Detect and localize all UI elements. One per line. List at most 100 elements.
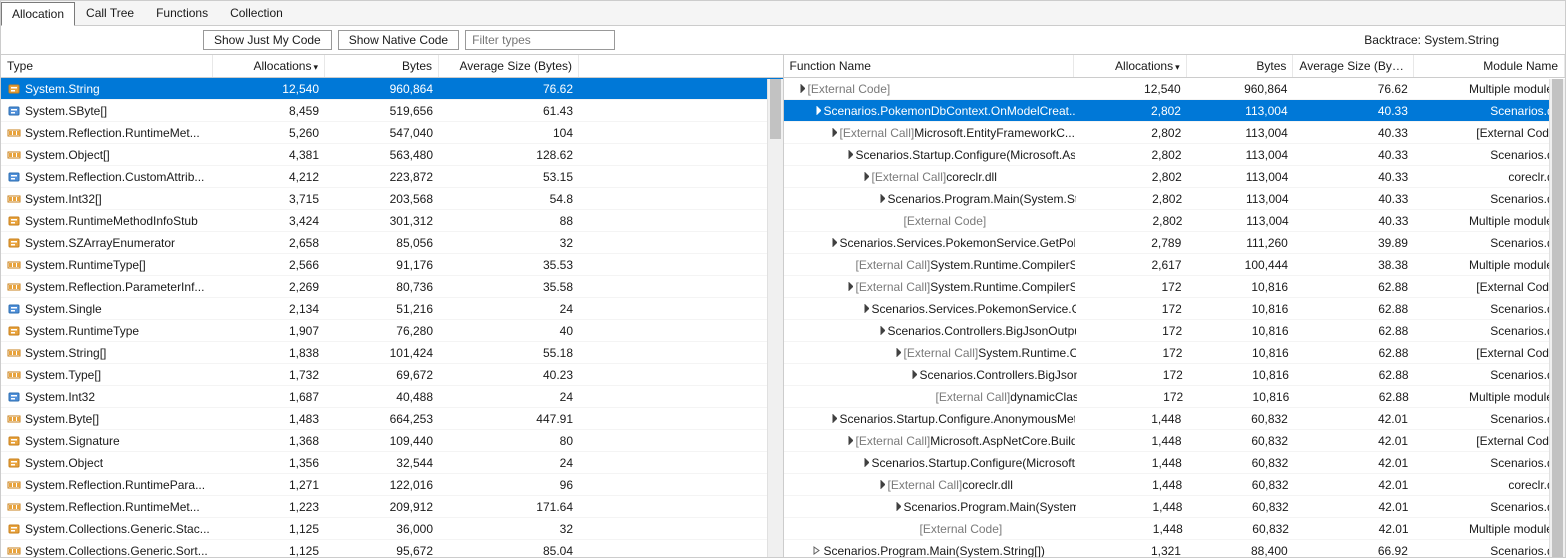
tab-call-tree[interactable]: Call Tree (75, 1, 145, 25)
type-row[interactable]: System.Byte[]1,483664,253447.91 (1, 408, 783, 430)
bytes-cell: 10,816 (1188, 342, 1294, 363)
bytes-cell: 80,736 (325, 276, 439, 297)
backtrace-row[interactable]: Scenarios.Startup.Configure(Microsoft.As… (784, 452, 1566, 474)
backtrace-row[interactable]: [External Call] System.Runtime.Com...172… (784, 342, 1566, 364)
col-type[interactable]: Type (1, 55, 213, 77)
tree-toggle-icon[interactable] (828, 238, 838, 247)
type-row[interactable]: System.Reflection.RuntimeMet...1,223209,… (1, 496, 783, 518)
col-bytes[interactable]: Bytes (325, 55, 439, 77)
allocations-cell: 172 (1076, 320, 1188, 341)
scroll-thumb[interactable] (770, 79, 781, 139)
type-row[interactable]: System.SByte[]8,459519,65661.43 (1, 100, 783, 122)
type-row[interactable]: System.Collections.Generic.Sort...1,1259… (1, 540, 783, 557)
types-grid[interactable]: System.String12,540960,86476.62System.SB… (1, 78, 783, 557)
type-row[interactable]: System.String12,540960,86476.62 (1, 78, 783, 100)
tree-toggle-icon[interactable] (892, 502, 902, 511)
col-bytes[interactable]: Bytes (1187, 55, 1294, 77)
backtrace-row[interactable]: Scenarios.Program.Main(System.Stri...2,8… (784, 188, 1566, 210)
allocations-cell: 5,260 (213, 122, 325, 143)
tab-collection[interactable]: Collection (219, 1, 294, 25)
type-row[interactable]: System.Reflection.RuntimePara...1,271122… (1, 474, 783, 496)
tree-toggle-icon[interactable] (860, 304, 870, 313)
bytes-cell: 100,444 (1188, 254, 1295, 275)
type-row[interactable]: System.Object1,35632,54424 (1, 452, 783, 474)
function-name: Scenarios.Controllers.BigJsonOutp... (920, 368, 1077, 382)
backtrace-tree[interactable]: [External Code]12,540960,86476.62Multipl… (784, 78, 1566, 557)
type-row[interactable]: System.Object[]4,381563,480128.62 (1, 144, 783, 166)
allocations-cell: 1,838 (213, 342, 325, 363)
show-native-code-button[interactable]: Show Native Code (338, 30, 459, 50)
avg-cell: 76.62 (439, 78, 579, 99)
tab-allocation[interactable]: Allocation (1, 2, 75, 26)
tree-toggle-icon[interactable] (812, 546, 822, 555)
backtrace-row[interactable]: Scenarios.Program.Main(System.String[])1… (784, 540, 1566, 557)
type-row[interactable]: System.Signature1,368109,44080 (1, 430, 783, 452)
type-row[interactable]: System.RuntimeType[]2,56691,17635.53 (1, 254, 783, 276)
scroll-thumb[interactable] (1552, 79, 1563, 557)
backtrace-row[interactable]: Scenarios.Startup.Configure(Microsoft.As… (784, 144, 1566, 166)
col-function[interactable]: Function Name (784, 55, 1075, 77)
tree-toggle-icon[interactable] (876, 194, 886, 203)
backtrace-row[interactable]: Scenarios.PokemonDbContext.OnModelCreat.… (784, 100, 1566, 122)
show-just-my-code-button[interactable]: Show Just My Code (203, 30, 332, 50)
function-cell: Scenarios.PokemonDbContext.OnModelCreat.… (784, 100, 1075, 121)
module-cell: Multiple modules (1414, 210, 1565, 231)
col-avg-size[interactable]: Average Size (Bytes) (439, 55, 579, 77)
tree-toggle-icon[interactable] (876, 326, 886, 335)
backtrace-row[interactable]: Scenarios.Services.PokemonService.GetP..… (784, 298, 1566, 320)
type-row[interactable]: System.Reflection.ParameterInf...2,26980… (1, 276, 783, 298)
left-scrollbar[interactable] (767, 79, 783, 557)
allocations-cell: 1,321 (1075, 540, 1187, 557)
backtrace-row[interactable]: [External Code]2,802113,00440.33Multiple… (784, 210, 1566, 232)
col-allocations[interactable]: Allocations▾ (213, 55, 325, 77)
tree-toggle-icon[interactable] (892, 348, 902, 357)
tree-toggle-icon[interactable] (828, 128, 838, 137)
backtrace-row[interactable]: Scenarios.Startup.Configure.AnonymousMet… (784, 408, 1566, 430)
tree-toggle-icon[interactable] (844, 436, 854, 445)
tree-toggle-icon[interactable] (844, 282, 854, 291)
right-scrollbar[interactable] (1549, 79, 1565, 557)
tree-toggle-icon[interactable] (812, 106, 822, 115)
col-module[interactable]: Module Name (1414, 55, 1565, 77)
tree-toggle-icon[interactable] (828, 414, 838, 423)
backtrace-row[interactable]: [External Call] dynamicClass.lam...17210… (784, 386, 1566, 408)
bytes-cell: 109,440 (325, 430, 439, 451)
col-allocations[interactable]: Allocations▾ (1074, 55, 1187, 77)
tree-toggle-icon[interactable] (876, 480, 886, 489)
tree-toggle-icon[interactable] (860, 458, 870, 467)
backtrace-row[interactable]: [External Call] coreclr.dll1,44860,83242… (784, 474, 1566, 496)
type-row[interactable]: System.Collections.Generic.Stac...1,1253… (1, 518, 783, 540)
col-avg-size[interactable]: Average Size (Bytes) (1293, 55, 1413, 77)
backtrace-row[interactable]: Scenarios.Controllers.BigJsonOutp...1721… (784, 364, 1566, 386)
backtrace-row[interactable]: Scenarios.Controllers.BigJsonOutputC...1… (784, 320, 1566, 342)
backtrace-row[interactable]: [External Call] Microsoft.EntityFramewor… (784, 122, 1566, 144)
type-row[interactable]: System.RuntimeMethodInfoStub3,424301,312… (1, 210, 783, 232)
type-row[interactable]: System.Single2,13451,21624 (1, 298, 783, 320)
backtrace-row[interactable]: [External Call] System.Runtime.CompilerS… (784, 276, 1566, 298)
tree-toggle-icon[interactable] (844, 150, 854, 159)
type-row[interactable]: System.SZArrayEnumerator2,65885,05632 (1, 232, 783, 254)
filter-types-input[interactable] (465, 30, 615, 50)
tree-toggle-icon[interactable] (796, 84, 806, 93)
backtrace-row[interactable]: [External Call] System.Runtime.CompilerS… (784, 254, 1566, 276)
type-row[interactable]: System.String[]1,838101,42455.18 (1, 342, 783, 364)
tab-functions[interactable]: Functions (145, 1, 219, 25)
type-row[interactable]: System.RuntimeType1,90776,28040 (1, 320, 783, 342)
type-row[interactable]: System.Int32[]3,715203,56854.8 (1, 188, 783, 210)
type-name: System.Single (25, 302, 102, 316)
tree-toggle-icon[interactable] (908, 370, 918, 379)
module-cell: Multiple modules (1415, 386, 1565, 407)
backtrace-row[interactable]: Scenarios.Program.Main(System.Stri...1,4… (784, 496, 1566, 518)
type-row[interactable]: System.Reflection.RuntimeMet...5,260547,… (1, 122, 783, 144)
type-row[interactable]: System.Reflection.CustomAttrib...4,21222… (1, 166, 783, 188)
backtrace-row[interactable]: [External Call] coreclr.dll2,802113,0044… (784, 166, 1566, 188)
tree-toggle-icon[interactable] (860, 172, 870, 181)
backtrace-row[interactable]: [External Code]12,540960,86476.62Multipl… (784, 78, 1566, 100)
module-cell: Scenarios.dll (1414, 452, 1565, 473)
backtrace-row[interactable]: Scenarios.Services.PokemonService.GetPok… (784, 232, 1566, 254)
class-icon (7, 82, 21, 96)
type-row[interactable]: System.Type[]1,73269,67240.23 (1, 364, 783, 386)
backtrace-row[interactable]: [External Call] Microsoft.AspNetCore.Bui… (784, 430, 1566, 452)
type-row[interactable]: System.Int321,68740,48824 (1, 386, 783, 408)
backtrace-row[interactable]: [External Code]1,44860,83242.01Multiple … (784, 518, 1566, 540)
